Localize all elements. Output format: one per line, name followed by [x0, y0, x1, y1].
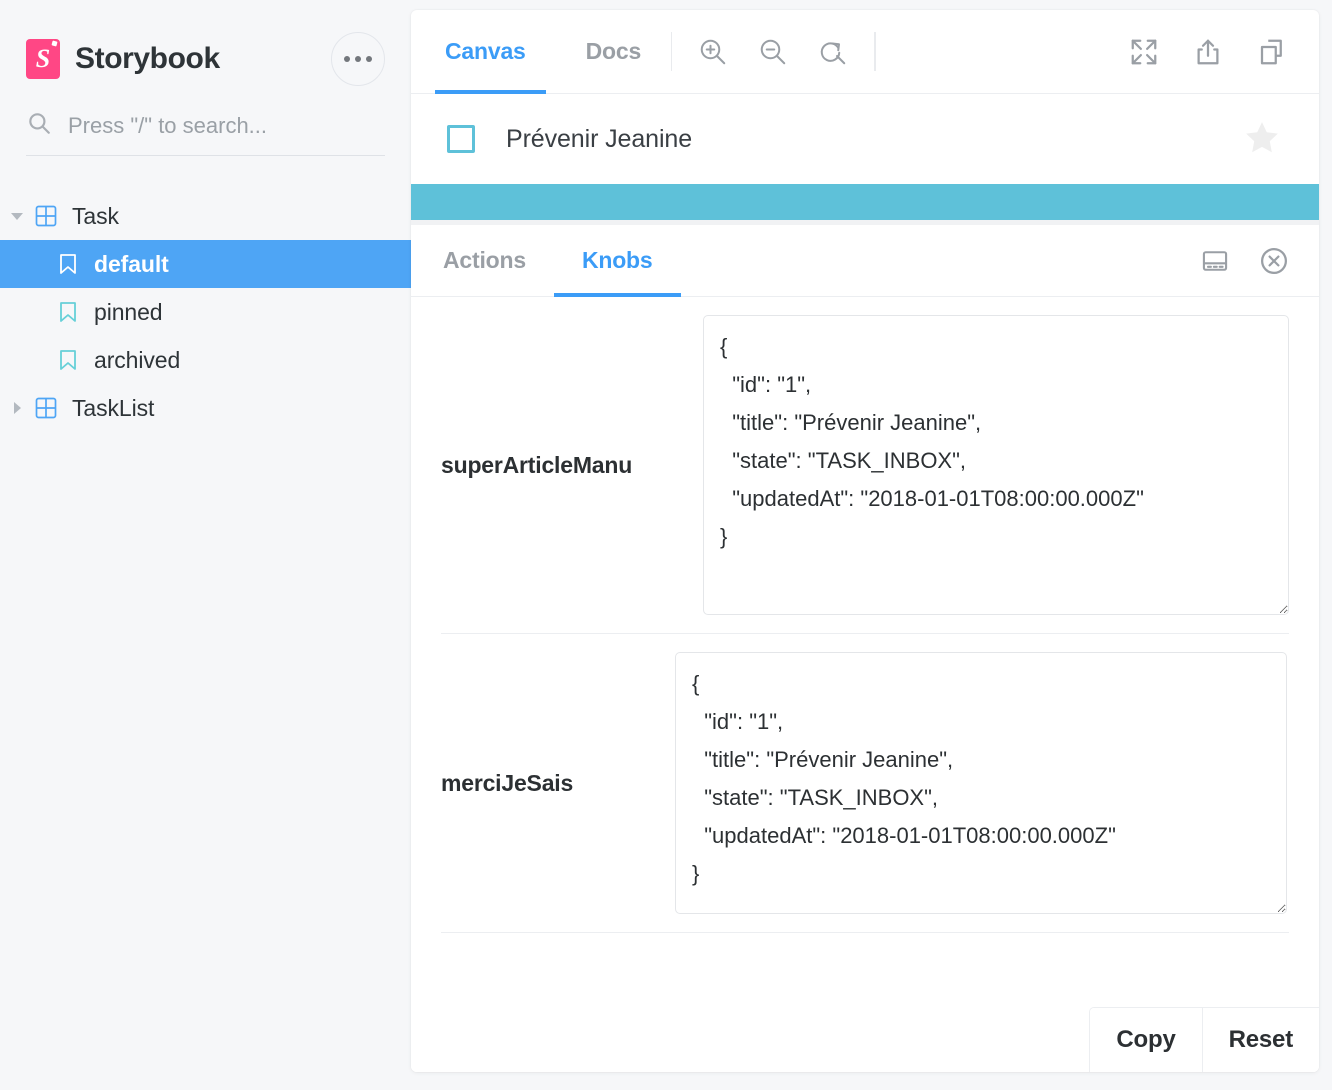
reset-button[interactable]: Reset — [1202, 1008, 1319, 1072]
addons-panel: Actions Knobs — [411, 225, 1319, 1072]
story-preview: Prévenir Jeanine — [411, 94, 1319, 225]
toolbar-spacer — [876, 10, 1129, 93]
copy-button[interactable]: Copy — [1090, 1008, 1201, 1072]
close-circle-icon[interactable] — [1259, 246, 1289, 276]
storybook-logo-icon: S — [26, 39, 60, 79]
tree-item-tasklist[interactable]: TaskList — [0, 384, 411, 432]
addons-tabbar-spacer — [681, 225, 1201, 296]
sidebar: S Storybook — [0, 0, 411, 1090]
bookmark-icon — [56, 348, 80, 372]
search-bar[interactable] — [26, 110, 385, 156]
knob-row: superArticleManu — [441, 297, 1289, 634]
ellipsis-dot-icon — [344, 56, 350, 62]
story-tree: Task default pinned — [0, 192, 411, 432]
task-checkbox[interactable] — [447, 125, 475, 153]
tree-item-label: TaskList — [72, 395, 154, 422]
addons-tabbar: Actions Knobs — [411, 225, 1319, 297]
brand-title: Storybook — [75, 42, 220, 76]
tab-canvas[interactable]: Canvas — [411, 10, 556, 93]
tab-knobs[interactable]: Knobs — [554, 225, 681, 296]
zoom-out-icon[interactable] — [758, 37, 788, 67]
share-icon[interactable] — [1193, 37, 1223, 67]
sidebar-menu-button[interactable] — [331, 32, 385, 86]
tree-item-label: Task — [72, 203, 119, 230]
knob-field — [703, 315, 1289, 615]
task-title: Prévenir Jeanine — [506, 125, 1243, 154]
search-icon — [26, 110, 52, 141]
zoom-in-icon[interactable] — [698, 37, 728, 67]
bookmark-icon — [56, 252, 80, 276]
knob-row: merciJeSais — [441, 634, 1289, 933]
tree-item-label: default — [94, 251, 169, 278]
tree-item-archived[interactable]: archived — [0, 336, 411, 384]
open-in-new-tab-icon[interactable] — [1257, 37, 1287, 67]
tree-item-pinned[interactable]: pinned — [0, 288, 411, 336]
component-grid-icon — [34, 396, 58, 420]
bookmark-icon — [56, 300, 80, 324]
zoom-controls — [672, 10, 874, 93]
search-input[interactable] — [68, 113, 385, 139]
knob-label: merciJeSais — [441, 770, 703, 797]
tab-docs[interactable]: Docs — [556, 10, 671, 93]
toolbar-right-actions — [1129, 10, 1319, 93]
knob-object-textarea[interactable] — [675, 652, 1287, 914]
knob-label: superArticleManu — [441, 452, 703, 479]
fullscreen-icon[interactable] — [1129, 37, 1159, 67]
ellipsis-dot-icon — [355, 56, 361, 62]
panel-position-icon[interactable] — [1201, 247, 1229, 275]
chevron-down-icon[interactable] — [6, 205, 28, 227]
knobs-footer-buttons: Copy Reset — [1089, 1007, 1319, 1072]
ellipsis-dot-icon — [366, 56, 372, 62]
knob-field — [703, 652, 1287, 914]
preview-toolbar: Canvas Docs — [411, 10, 1319, 94]
storybook-logo-letter: S — [26, 39, 60, 79]
knob-object-textarea[interactable] — [703, 315, 1289, 615]
tree-item-default[interactable]: default — [0, 240, 411, 288]
zoom-reset-icon[interactable] — [818, 37, 848, 67]
tab-actions[interactable]: Actions — [411, 225, 554, 296]
knobs-footer: Copy Reset — [411, 1007, 1319, 1072]
tree-item-label: pinned — [94, 299, 162, 326]
addons-tabbar-actions — [1201, 225, 1319, 296]
tree-item-label: archived — [94, 347, 180, 374]
component-grid-icon — [34, 204, 58, 228]
sidebar-header: S Storybook — [0, 0, 411, 90]
accent-bar — [411, 184, 1319, 220]
chevron-right-icon[interactable] — [6, 397, 28, 419]
brand[interactable]: S Storybook — [26, 39, 331, 79]
knobs-list: superArticleManu merciJeSais — [411, 297, 1319, 1007]
main-panel: Canvas Docs — [411, 10, 1319, 1072]
star-icon[interactable] — [1243, 118, 1281, 161]
storybook-app: S Storybook — [0, 0, 1332, 1090]
task-item: Prévenir Jeanine — [411, 94, 1319, 184]
tree-item-task[interactable]: Task — [0, 192, 411, 240]
